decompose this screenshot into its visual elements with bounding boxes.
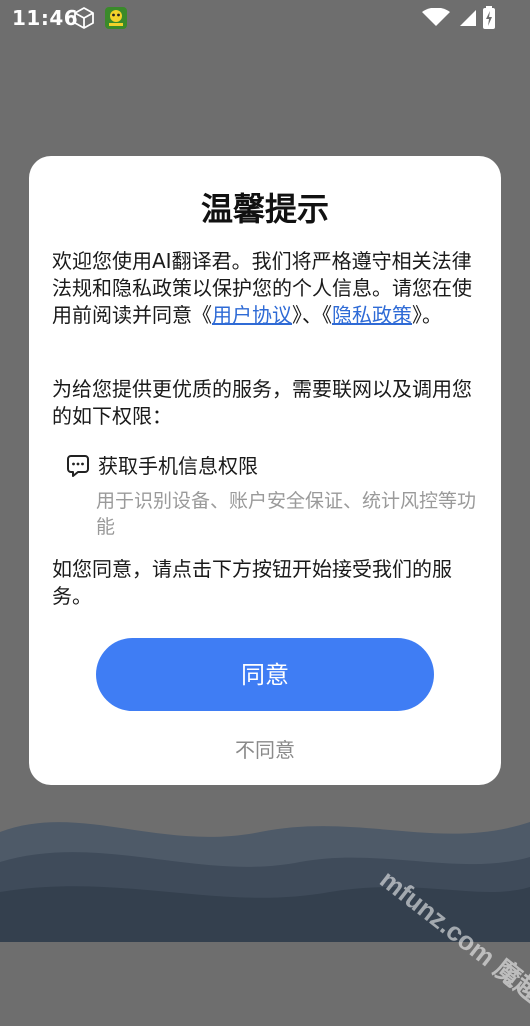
battery-charging-icon <box>483 6 495 29</box>
wifi-icon <box>422 8 450 26</box>
intro-separator: 》、《 <box>292 303 332 327</box>
user-agreement-link[interactable]: 用户协议 <box>212 303 292 327</box>
cube-icon <box>74 7 94 29</box>
status-bar: 11:46 <box>0 0 530 36</box>
chat-bubble-icon <box>67 455 89 477</box>
cellular-signal-icon <box>460 10 476 26</box>
privacy-policy-link[interactable]: 隐私政策 <box>332 303 412 327</box>
permission-title: 获取手机信息权限 <box>98 454 258 478</box>
disagree-button[interactable]: 不同意 <box>29 734 501 763</box>
intro-paragraph: 欢迎您使用AI翻译君。我们将严格遵守相关法律法规和隐私政策以保护您的个人信息。请… <box>52 248 482 329</box>
consent-text: 如您同意，请点击下方按钮开始接受我们的服务。 <box>52 557 452 608</box>
intro-end: 》。 <box>412 303 442 327</box>
signal-icons <box>422 8 476 26</box>
app-notification-icon <box>105 7 127 29</box>
permission-intro: 为给您提供更优质的服务，需要联网以及调用您的如下权限： <box>52 377 472 428</box>
status-time: 11:46 <box>12 6 79 30</box>
permission-description: 用于识别设备、账户安全保证、统计风控等功能 <box>96 490 477 538</box>
agree-button[interactable]: 同意 <box>96 638 434 711</box>
privacy-dialog: 温馨提示 欢迎您使用AI翻译君。我们将严格遵守相关法律法规和隐私政策以保护您的个… <box>29 156 501 785</box>
dialog-title: 温馨提示 <box>200 190 329 228</box>
